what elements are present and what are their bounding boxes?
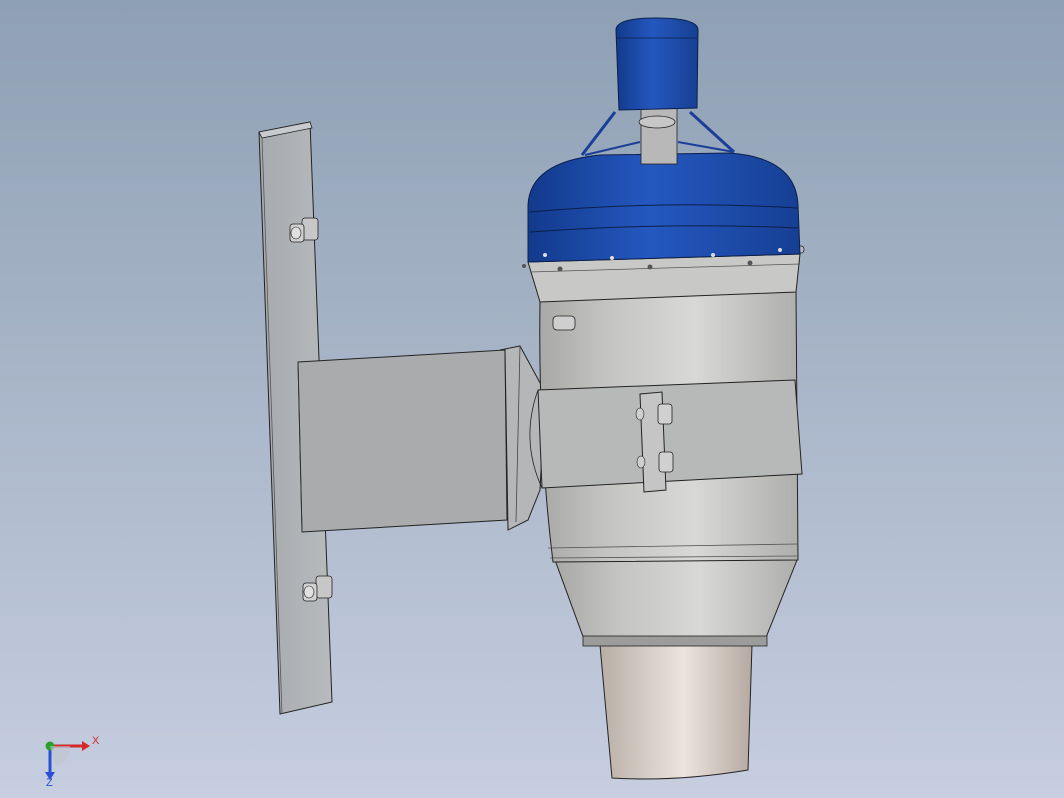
exhaust-nozzle <box>599 644 753 780</box>
cad-graphics-area[interactable]: X Y Z <box>0 0 1064 798</box>
clamp-band <box>529 379 803 493</box>
model-view[interactable] <box>0 0 1064 798</box>
support-arm <box>297 345 546 533</box>
intake-cap <box>527 152 801 263</box>
triad-plane <box>50 746 70 766</box>
coordinate-triad: X Y Z <box>45 735 100 788</box>
x-axis-arrowhead <box>82 741 90 751</box>
x-axis-label: X <box>92 735 100 747</box>
z-axis-label: Z <box>46 777 53 788</box>
